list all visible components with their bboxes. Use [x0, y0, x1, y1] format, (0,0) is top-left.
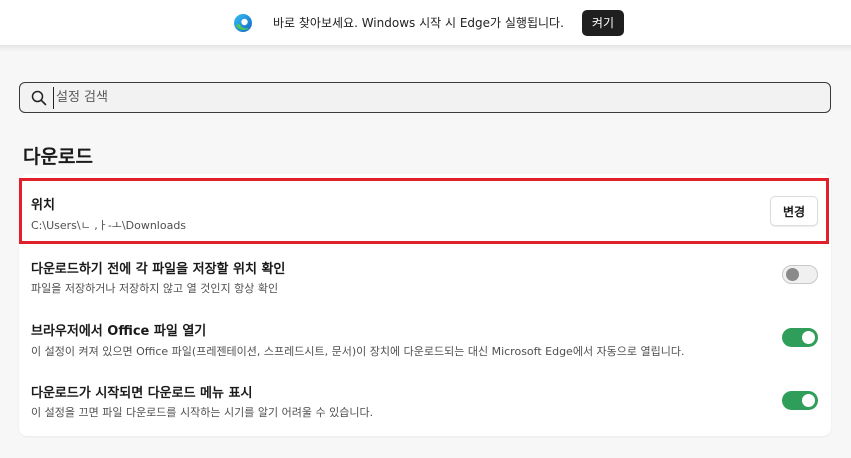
open-office-title: 브라우저에서 Office 파일 열기 [31, 324, 207, 339]
setting-row-ask-location: 다운로드하기 전에 각 파일을 저장할 위치 확인 파일을 저장하거나 저장하지… [19, 250, 831, 312]
location-title: 위치 [31, 198, 55, 213]
location-path: C:\Users\ㄴ ,ㅏ-ㅗ\Downloads [31, 219, 187, 232]
banner-message: 바로 찾아보세요. Windows 시작 시 Edge가 실행됩니다. [272, 16, 564, 30]
setting-row-show-menu: 다운로드가 시작되면 다운로드 메뉴 표시 이 설정을 끄면 파일 다운로드를 … [19, 374, 831, 436]
show-menu-title: 다운로드가 시작되면 다운로드 메뉴 표시 [31, 386, 253, 401]
show-menu-description: 이 설정을 끄면 파일 다운로드를 시작하는 시기를 알기 어려울 수 있습니다… [31, 406, 374, 419]
change-location-button[interactable]: 변경 [770, 196, 818, 226]
edge-logo-icon [233, 13, 253, 33]
toggle-knob [802, 394, 815, 407]
ask-location-description: 파일을 저장하거나 저장하지 않고 열 것인지 항상 확인 [31, 282, 279, 295]
search-icon [31, 90, 47, 106]
section-title: 다운로드 [23, 146, 93, 168]
show-menu-toggle[interactable] [782, 391, 818, 410]
banner-divider [0, 46, 851, 52]
toggle-knob [802, 331, 815, 344]
banner-content: 바로 찾아보세요. Windows 시작 시 Edge가 실행됩니다. 켜기 [233, 9, 625, 36]
turn-on-button[interactable]: 켜기 [581, 9, 625, 36]
startup-banner: 바로 찾아보세요. Windows 시작 시 Edge가 실행됩니다. 켜기 [0, 0, 851, 46]
ask-location-title: 다운로드하기 전에 각 파일을 저장할 위치 확인 [31, 262, 286, 277]
settings-search[interactable] [19, 82, 831, 113]
ask-location-toggle[interactable] [782, 265, 818, 284]
location-highlight-frame [19, 178, 829, 244]
setting-row-location: 위치 C:\Users\ㄴ ,ㅏ-ㅗ\Downloads 변경 [19, 174, 831, 250]
setting-row-open-office: 브라우저에서 Office 파일 열기 이 설정이 켜져 있으면 Office … [19, 312, 831, 374]
search-input[interactable] [53, 86, 753, 109]
open-office-description: 이 설정이 켜져 있으면 Office 파일(프레젠테이션, 스프레드시트, 문… [31, 345, 685, 358]
toggle-knob [786, 268, 799, 281]
downloads-settings-card: 위치 C:\Users\ㄴ ,ㅏ-ㅗ\Downloads 변경 다운로드하기 전… [19, 174, 831, 436]
open-office-toggle[interactable] [782, 328, 818, 347]
